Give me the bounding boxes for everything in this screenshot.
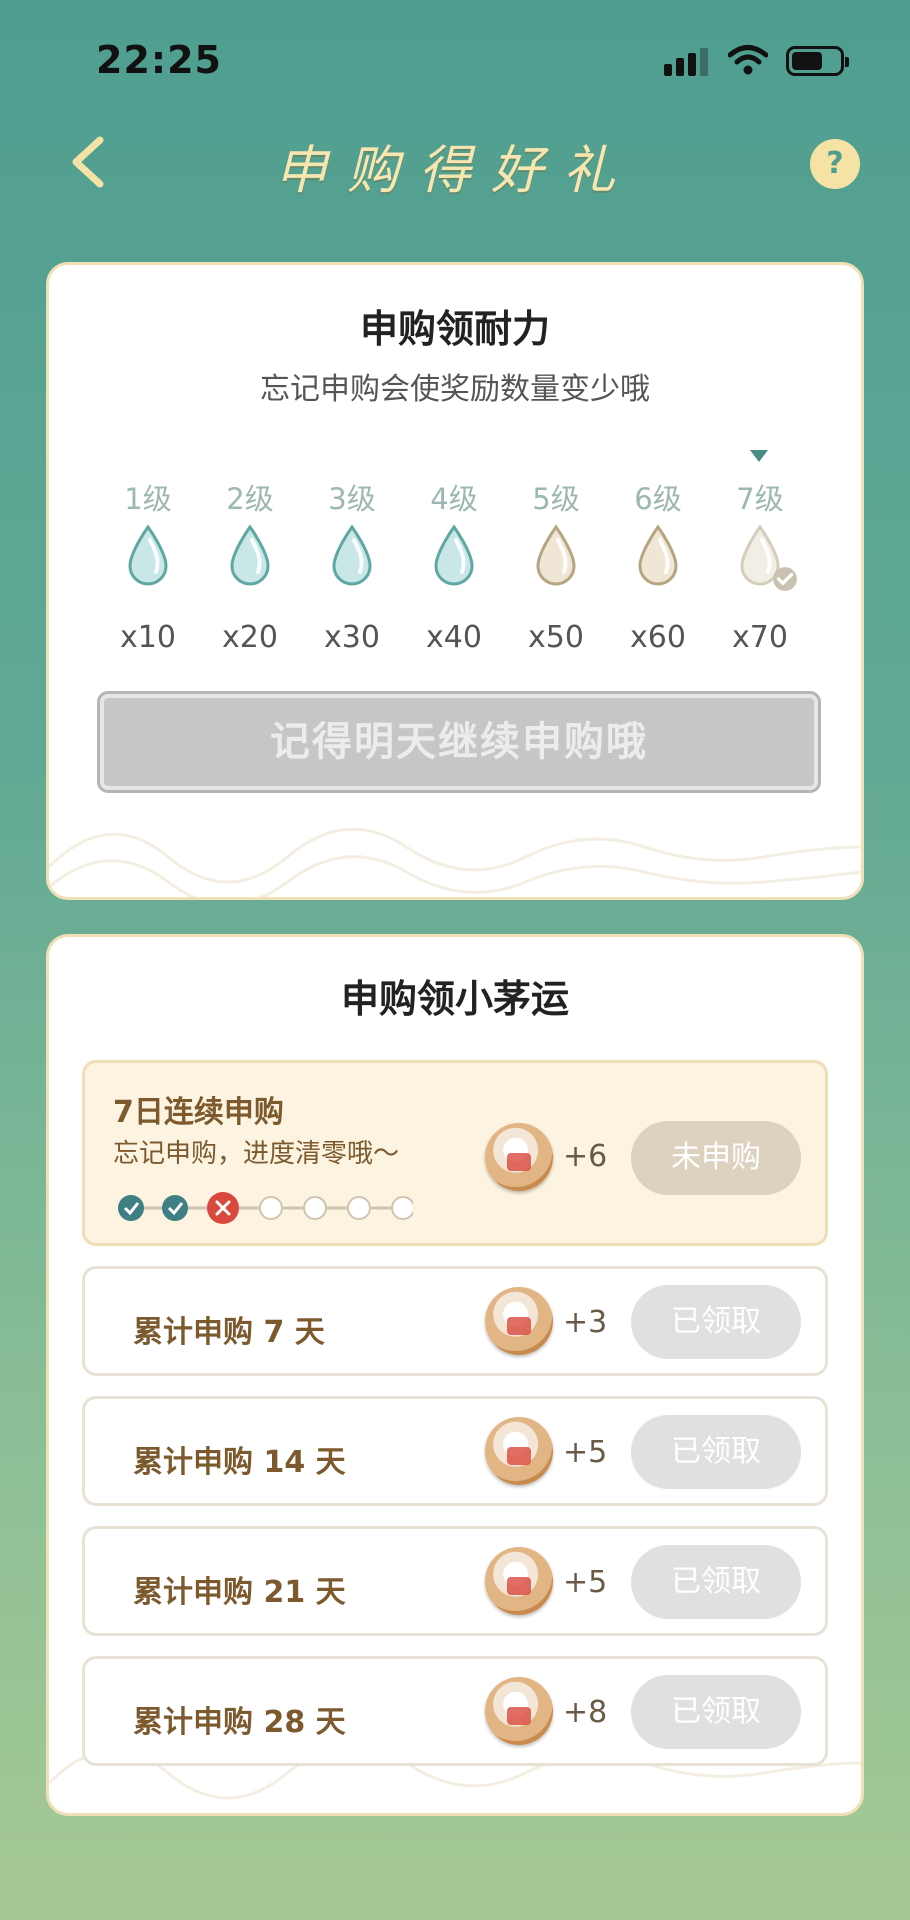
battery-icon bbox=[786, 46, 849, 76]
reward-amount: +5 bbox=[563, 1565, 608, 1600]
streak-row: 7日连续申购 忘记申购，进度清零哦～ +6 未申购 bbox=[82, 1060, 828, 1246]
water-drop-icon bbox=[434, 524, 474, 586]
level-label: 3级 bbox=[328, 482, 376, 516]
reward-amount: +5 bbox=[563, 1435, 608, 1470]
reward-row: 累计申购 21 天 +5 已领取 bbox=[82, 1526, 828, 1636]
endurance-subtitle: 忘记申购会使奖励数量变少哦 bbox=[260, 372, 650, 407]
luck-title: 申购领小茅运 bbox=[340, 977, 569, 1021]
not-subscribed-button[interactable]: 未申购 bbox=[631, 1121, 801, 1195]
day-empty-icon bbox=[303, 1196, 327, 1220]
maotai-coin-icon bbox=[485, 1287, 553, 1355]
reward-amount: +3 bbox=[563, 1305, 608, 1340]
reward-label: 累计申购 7 天 bbox=[133, 1315, 325, 1350]
water-drop-icon bbox=[332, 524, 372, 586]
day-empty-icon bbox=[391, 1196, 413, 1220]
day-done-icon bbox=[162, 1195, 188, 1221]
level-count: x30 bbox=[324, 620, 380, 655]
level-label: 6级 bbox=[634, 482, 682, 516]
streak-subtitle: 忘记申购，进度清零哦～ bbox=[113, 1139, 400, 1169]
cellular-signal-icon bbox=[664, 48, 710, 76]
status-bar: 22:25 bbox=[0, 0, 910, 110]
current-level-marker-icon bbox=[750, 450, 768, 462]
reward-row: 累计申购 28 天 +8 已领取 bbox=[82, 1656, 828, 1766]
reward-row: 累计申购 7 天 +3 已领取 bbox=[82, 1266, 828, 1376]
level-label: 2级 bbox=[226, 482, 274, 516]
wave-pattern bbox=[49, 827, 861, 897]
level-count: x70 bbox=[732, 620, 788, 655]
reward-label: 累计申购 28 天 bbox=[133, 1705, 346, 1740]
reward-label: 累计申购 21 天 bbox=[133, 1575, 346, 1610]
day-done-icon bbox=[118, 1195, 144, 1221]
level-count: x50 bbox=[528, 620, 584, 655]
remind-tomorrow-button[interactable]: 记得明天继续申购哦 bbox=[97, 691, 821, 793]
level-label: 1级 bbox=[124, 482, 172, 516]
water-drop-icon bbox=[638, 524, 678, 586]
page-title: 申购得好礼 bbox=[274, 141, 635, 201]
reward-label: 累计申购 14 天 bbox=[133, 1445, 346, 1480]
claimed-button[interactable]: 已领取 bbox=[631, 1675, 801, 1749]
check-badge-icon bbox=[773, 567, 797, 591]
endurance-title: 申购领耐力 bbox=[359, 307, 550, 351]
maotai-coin-icon bbox=[485, 1417, 553, 1485]
claimed-button[interactable]: 已领取 bbox=[631, 1545, 801, 1619]
level-count: x10 bbox=[120, 620, 176, 655]
streak-progress bbox=[118, 1192, 413, 1224]
day-empty-icon bbox=[347, 1196, 371, 1220]
water-drop-icon bbox=[536, 524, 576, 586]
claimed-button[interactable]: 已领取 bbox=[631, 1415, 801, 1489]
help-icon[interactable]: ? bbox=[810, 139, 860, 189]
level-label: 5级 bbox=[532, 482, 580, 516]
level-label: 4级 bbox=[430, 482, 478, 516]
status-time: 22:25 bbox=[96, 38, 222, 82]
reward-amount: +8 bbox=[563, 1695, 608, 1730]
water-drop-icon bbox=[128, 524, 168, 586]
level-count: x20 bbox=[222, 620, 278, 655]
reward-row: 累计申购 14 天 +5 已领取 bbox=[82, 1396, 828, 1506]
level-label: 7级 bbox=[736, 482, 784, 516]
claimed-button[interactable]: 已领取 bbox=[631, 1285, 801, 1359]
water-drop-icon bbox=[230, 524, 270, 586]
maotai-coin-icon bbox=[485, 1123, 553, 1191]
maotai-coin-icon bbox=[485, 1677, 553, 1745]
day-missed-icon bbox=[207, 1192, 239, 1224]
streak-amount: +6 bbox=[563, 1139, 608, 1174]
day-empty-icon bbox=[259, 1196, 283, 1220]
level-count: x60 bbox=[630, 620, 686, 655]
maotai-coin-icon bbox=[485, 1547, 553, 1615]
level-count: x40 bbox=[426, 620, 482, 655]
streak-title: 7日连续申购 bbox=[113, 1095, 284, 1130]
wifi-icon bbox=[728, 45, 768, 75]
